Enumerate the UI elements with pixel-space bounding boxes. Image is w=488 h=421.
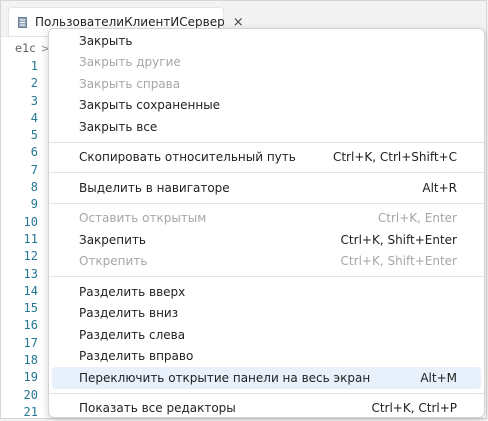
menu-item-shortcut: Ctrl+K, Shift+Enter [340,254,457,269]
menu-item-split-down[interactable]: Разделить вниз [52,303,481,325]
menu-item-label: Разделить вправо [79,349,194,364]
line-number: 9 [30,197,38,212]
line-number: 16 [23,318,38,333]
menu-item-split-right[interactable]: Разделить вправо [52,346,481,368]
menu-separator [49,202,484,204]
line-number: 1 [30,59,38,73]
line-number: 18 [23,353,38,368]
line-number: 5 [30,128,38,143]
menu-item-split-left[interactable]: Разделить слева [52,324,481,346]
menu-separator [49,276,484,277]
line-number: 11 [23,231,38,246]
menu-item-pin[interactable]: Закрепить Ctrl+K, Shift+Enter [52,229,481,251]
line-number: 6 [30,145,38,160]
menu-item-label: Закрыть все [79,119,158,134]
menu-item-label: Выделить в навигаторе [79,180,230,195]
menu-item-close-saved[interactable]: Закрыть сохраненные [52,95,481,117]
menu-item-label: Разделить слева [79,327,186,342]
line-number: 4 [30,110,38,125]
tab-label: ПользователиКлиентИСервер [35,15,225,29]
menu-item-close-right: Закрыть справа [52,73,481,95]
menu-item-label: Закрепить [79,232,147,247]
menu-item-label: Закрыть [79,33,133,48]
line-number: 2 [30,76,38,91]
line-number: 3 [30,93,38,108]
menu-item-label: Закрыть справа [79,76,181,91]
menu-item-close-all[interactable]: Закрыть все [52,116,481,138]
line-number: 10 [23,214,38,229]
menu-item-label: Переключить открытие панели на весь экра… [79,370,371,385]
menu-item-label: Разделить вниз [79,306,179,321]
menu-item-show-all-editors[interactable]: Показать все редакторы Ctrl+K, Ctrl+P [52,398,481,420]
menu-item-split-up[interactable]: Разделить вверх [52,281,481,303]
line-number: 20 [23,387,38,402]
menu-item-shortcut: Alt+R [422,180,457,195]
menu-item-unpin: Открепить Ctrl+K, Shift+Enter [52,251,481,273]
menu-item-label: Скопировать относительный путь [79,150,296,165]
line-number-gutter: 1 2 3 4 5 6 7 8 9 10 11 12 13 14 15 16 1… [1,58,39,421]
close-tab-icon[interactable]: × [233,16,244,29]
menu-item-shortcut: Ctrl+K, Ctrl+P [371,401,457,416]
menu-separator [49,141,484,143]
line-number: 13 [23,266,38,281]
menu-item-label: Показать все редакторы [79,401,236,416]
file-icon [18,16,27,28]
menu-item-shortcut: Ctrl+K, Shift+Enter [340,232,457,247]
menu-item-reveal-in-navigator[interactable]: Выделить в навигаторе Alt+R [52,177,481,199]
menu-item-label: Открепить [79,254,148,269]
menu-item-label: Закрыть другие [79,55,181,70]
menu-item-label: Разделить вверх [79,284,186,299]
line-number: 17 [23,335,38,350]
menu-item-close[interactable]: Закрыть [52,30,481,52]
menu-separator [49,392,484,394]
menu-separator [49,172,484,173]
menu-item-shortcut: Ctrl+K, Enter [377,211,457,226]
breadcrumb-root[interactable]: e1c [15,41,36,55]
breadcrumb: e1c > [15,41,50,55]
tab-context-menu: Закрыть Закрыть другие Закрыть справа За… [48,28,485,418]
line-number: 19 [23,370,38,385]
line-number: 7 [30,162,38,177]
menu-item-shortcut: Alt+M [420,370,457,385]
line-number: 8 [30,180,38,195]
menu-item-keep-open: Оставить открытым Ctrl+K, Enter [52,208,481,230]
line-number: 12 [23,249,38,264]
menu-item-shortcut: Ctrl+K, Ctrl+Shift+C [332,150,457,165]
line-number: 15 [23,301,38,316]
menu-item-close-others: Закрыть другие [52,52,481,74]
line-number: 14 [23,283,38,298]
menu-item-copy-relative-path[interactable]: Скопировать относительный путь Ctrl+K, C… [52,147,481,169]
menu-item-label: Закрыть сохраненные [79,98,221,113]
line-number: 21 [23,404,38,419]
menu-item-toggle-maximize[interactable]: Переключить открытие панели на весь экра… [52,367,481,389]
menu-item-label: Оставить открытым [79,211,207,226]
